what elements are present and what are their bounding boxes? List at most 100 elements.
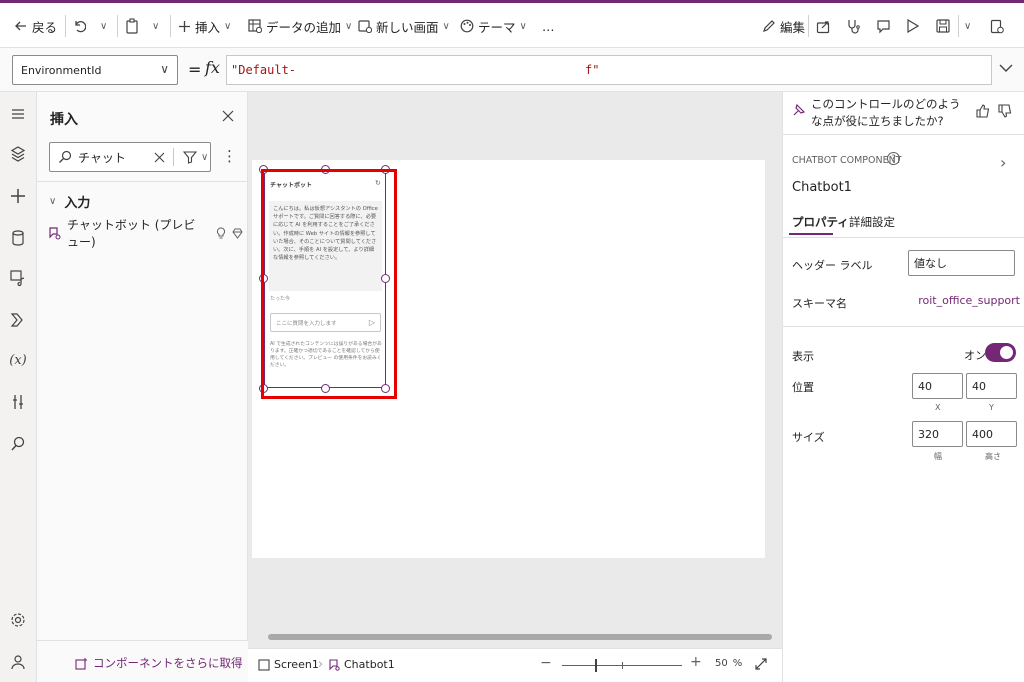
app-checker-button[interactable] <box>846 13 861 39</box>
zoom-in-button[interactable]: + <box>690 654 702 670</box>
account-icon[interactable] <box>8 652 28 672</box>
formula-text: "Default- f" <box>231 63 600 77</box>
app-screen[interactable]: チャットボット ↻ こんにちは。私は仮想アシスタントの Officeサポートです… <box>252 160 765 558</box>
zoom-value: 50 <box>715 658 728 669</box>
close-pane-button[interactable] <box>221 109 235 123</box>
chevron-down-icon: ∨ <box>345 20 353 32</box>
media-icon[interactable] <box>8 268 28 288</box>
height-caption: 高さ <box>985 452 1001 461</box>
more-options-icon[interactable]: ⋮ <box>222 148 237 164</box>
feedback-question: このコントロールのどのような点が役に立ちましたか? <box>811 97 961 128</box>
search-icon[interactable] <box>8 434 28 454</box>
property-selector[interactable]: EnvironmentId ∨ <box>12 55 178 85</box>
chevron-down-icon: ∨ <box>964 20 972 32</box>
back-label: 戻る <box>32 19 58 35</box>
insert-button[interactable]: 挿入 ∨ <box>178 13 231 39</box>
menu-icon[interactable] <box>8 104 28 124</box>
chevron-right-icon[interactable]: › <box>1000 153 1006 172</box>
height-field[interactable]: 400 <box>966 421 1017 447</box>
pencil-icon <box>762 19 776 33</box>
back-button[interactable]: 戻る <box>14 13 57 39</box>
visible-label: 表示 <box>792 350 814 363</box>
breadcrumb-screen[interactable]: Screen1 <box>258 658 319 671</box>
chevron-down-icon <box>999 64 1013 72</box>
publish-button[interactable] <box>990 13 1004 39</box>
save-dropdown[interactable]: ∨ <box>964 13 971 39</box>
publish-icon <box>990 19 1004 34</box>
chevron-down-icon[interactable]: ∨ <box>201 152 208 163</box>
chevron-down-icon: ∨ <box>442 20 450 32</box>
variables-icon[interactable]: (x) <box>8 350 28 370</box>
database-icon[interactable] <box>8 228 28 248</box>
theme-label: テーマ <box>478 19 516 35</box>
undo-dropdown[interactable]: ∨ <box>100 13 107 39</box>
zoom-out-button[interactable]: − <box>540 655 552 671</box>
list-item[interactable]: チャットボット (プレビュー) <box>47 218 243 249</box>
insert-plus-icon[interactable] <box>8 186 28 206</box>
insert-pane: 挿入 チャット ∨ ⋮ ∨ 入力 チャットボット (プレビュー) <box>37 92 248 682</box>
search-box[interactable]: チャット ∨ <box>49 142 211 172</box>
comments-button[interactable] <box>876 13 891 39</box>
chatbot-icon <box>47 226 61 240</box>
canvas-area: チャットボット ↻ こんにちは。私は仮想アシスタントの Officeサポートです… <box>248 92 782 648</box>
layers-icon[interactable] <box>8 144 28 164</box>
active-tab-indicator <box>789 233 833 235</box>
thumbs-down-icon <box>998 104 1012 118</box>
chevron-down-icon: ∨ <box>160 62 169 76</box>
property-name: EnvironmentId <box>21 63 102 77</box>
chevron-down-icon: ∨ <box>49 196 57 207</box>
screen-label: Screen1 <box>274 658 319 671</box>
get-more-label: コンポーネントをさらに取得 <box>93 656 243 670</box>
stethoscope-icon <box>846 19 861 34</box>
formula-input[interactable]: "Default- f" <box>226 55 992 85</box>
component-type: CHATBOT COMPONENT <box>792 155 902 166</box>
breadcrumb-control[interactable]: Chatbot1 <box>328 658 395 671</box>
position-x-field[interactable]: 40 <box>912 373 963 399</box>
palette-icon <box>460 19 474 33</box>
edit-button[interactable]: 編集 <box>762 13 805 39</box>
position-label: 位置 <box>792 381 814 394</box>
undo-button[interactable] <box>72 13 86 39</box>
zoom-unit: % <box>732 658 743 669</box>
help-icon[interactable]: ? <box>887 152 900 165</box>
more-button[interactable]: … <box>542 13 555 39</box>
schema-name-value: roit_office_support <box>918 294 1020 307</box>
size-label: サイズ <box>792 431 825 444</box>
plus-icon <box>178 20 191 33</box>
visible-toggle[interactable] <box>985 343 1016 362</box>
thumbs-up-button[interactable] <box>976 104 990 118</box>
expand-formula-button[interactable] <box>998 60 1014 76</box>
theme-button[interactable]: テーマ ∨ <box>460 13 527 39</box>
arrow-left-icon <box>14 19 28 33</box>
status-bar: Screen1 › Chatbot1 − + 50 % <box>248 648 782 682</box>
lightbulb-icon <box>216 227 226 239</box>
tab-properties[interactable]: プロパティ <box>792 214 849 230</box>
clear-search-button[interactable] <box>154 152 165 163</box>
paste-button[interactable] <box>125 13 139 39</box>
horizontal-scrollbar[interactable] <box>268 634 772 640</box>
get-more-components-link[interactable]: コンポーネントをさらに取得 <box>75 655 243 671</box>
share-button[interactable] <box>816 13 831 39</box>
preview-button[interactable] <box>906 13 919 39</box>
group-input[interactable]: ∨ 入力 <box>49 192 90 211</box>
paste-dropdown[interactable]: ∨ <box>152 13 159 39</box>
fit-to-window-button[interactable] <box>754 657 768 671</box>
power-automate-icon[interactable] <box>8 310 28 330</box>
save-button[interactable] <box>936 13 950 39</box>
formula-bar: EnvironmentId ∨ = fx "Default- f" <box>0 48 1024 92</box>
new-screen-button[interactable]: 新しい画面 ∨ <box>358 13 450 39</box>
search-input[interactable]: チャット <box>78 149 152 166</box>
width-field[interactable]: 320 <box>912 421 963 447</box>
close-icon <box>154 152 165 162</box>
thumbs-down-button[interactable] <box>998 104 1012 118</box>
position-y-field[interactable]: 40 <box>966 373 1017 399</box>
tab-advanced[interactable]: 詳細設定 <box>849 214 895 230</box>
components-icon <box>75 657 88 670</box>
zoom-slider-thumb[interactable] <box>594 659 597 672</box>
visible-state: オン <box>964 349 986 362</box>
settings-icon[interactable] <box>8 610 28 630</box>
tools-icon[interactable] <box>8 392 28 412</box>
filter-icon[interactable] <box>183 150 197 164</box>
add-data-button[interactable]: データの追加 ∨ <box>248 13 352 39</box>
header-label-field[interactable]: 値なし <box>908 250 1015 276</box>
